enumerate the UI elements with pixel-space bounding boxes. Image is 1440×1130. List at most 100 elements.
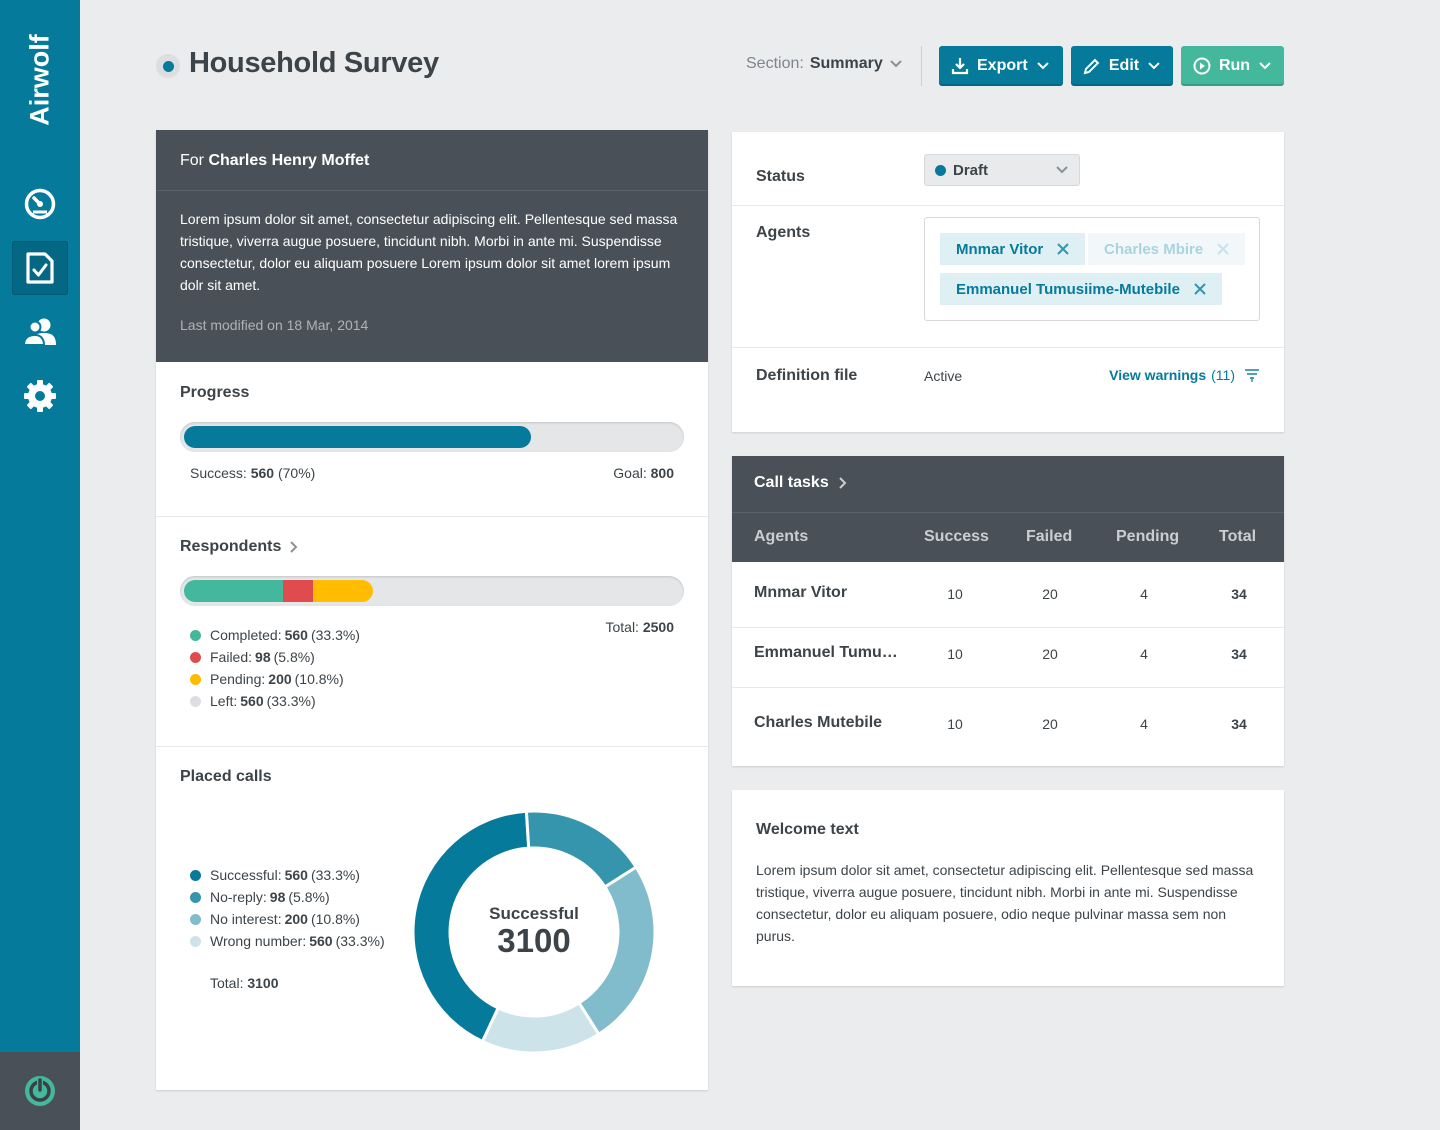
owner-name: Charles Henry Moffet	[208, 152, 370, 169]
dashboard-gauge-icon	[24, 188, 56, 220]
status-dropdown[interactable]: Draft	[924, 154, 1080, 186]
header-divider	[921, 46, 922, 86]
run-label: Run	[1218, 57, 1251, 74]
row-total: 34	[1231, 586, 1247, 602]
call-tasks-title: Call tasks	[754, 474, 829, 491]
agent-tag: Emmanuel Tumusiime-Mutebile	[940, 273, 1222, 305]
progress-title: Progress	[180, 384, 250, 401]
legend-item-no-interest: No interest: 200 (10.8%)	[190, 908, 385, 930]
page-title: Household Survey	[189, 47, 439, 79]
survey-details-card: Status Draft Agents Mnmar Vitor Charles …	[732, 132, 1284, 432]
export-button[interactable]: Export	[939, 46, 1063, 86]
respondents-title: Respondents	[180, 538, 282, 555]
owner-prefix: For	[180, 152, 204, 169]
view-warnings-link[interactable]: View warnings (11)	[1109, 367, 1260, 383]
nav-contacts[interactable]	[12, 305, 68, 359]
close-icon[interactable]	[1217, 243, 1229, 255]
settings-gear-icon	[24, 380, 56, 412]
progress-bar	[180, 422, 684, 452]
divider	[732, 687, 1284, 688]
donut-center-label: Successful	[489, 904, 579, 923]
placed-calls-title: Placed calls	[180, 768, 272, 785]
definition-file-label: Definition file	[756, 367, 858, 384]
row-pending: 4	[1140, 586, 1148, 602]
brand-logo[interactable]: Airwolf	[22, 30, 58, 130]
column-header-total[interactable]: Total	[1219, 528, 1256, 546]
row-pending: 4	[1140, 646, 1148, 662]
warnings-count: (11)	[1211, 367, 1235, 383]
legend-item-wrong-number: Wrong number: 560 (33.3%)	[190, 930, 385, 952]
edit-label: Edit	[1108, 57, 1140, 74]
edit-button[interactable]: Edit	[1071, 46, 1173, 86]
respondents-legend: Completed: 560 (33.3%) Failed: 98 (5.8%) Pen…	[190, 624, 360, 712]
call-tasks-header: Call tasks	[732, 456, 1284, 562]
legend-item-completed: Completed: 560 (33.3%)	[190, 624, 360, 646]
respondents-link[interactable]: Respondents	[180, 538, 299, 556]
respondents-bar-segment	[283, 580, 313, 602]
chevron-down-icon	[890, 60, 902, 68]
legend-item-failed: Failed: 98 (5.8%)	[190, 646, 360, 668]
column-header-agents[interactable]: Agents	[754, 528, 808, 546]
donut-slice-no-reply	[524, 810, 639, 890]
power-icon[interactable]	[23, 1074, 57, 1108]
survey-info-panel: For Charles Henry Moffet Lorem ipsum dol…	[156, 130, 708, 362]
agent-tag: Mnmar Vitor	[940, 233, 1086, 265]
column-header-pending[interactable]: Pending	[1116, 528, 1179, 546]
row-agent-name: Charles Mutebile	[754, 714, 883, 731]
divider	[732, 205, 1284, 206]
filter-sort-icon	[1245, 369, 1259, 382]
agent-tag-label: Mnmar Vitor	[956, 240, 1044, 258]
agent-tag-label: Emmanuel Tumusiime-Mutebile	[956, 280, 1180, 298]
survey-description: Lorem ipsum dolor sit amet, consectetur …	[180, 211, 678, 293]
row-failed: 20	[1042, 646, 1058, 662]
legend-item-left: Left: 560 (33.3%)	[190, 690, 360, 712]
row-success: 10	[947, 646, 963, 662]
section-selector[interactable]: Section: Summary	[746, 55, 903, 73]
call-tasks-link[interactable]: Call tasks	[754, 474, 848, 492]
survey-owner: For Charles Henry Moffet	[180, 152, 369, 170]
agents-input[interactable]: Mnmar Vitor Charles Mbire Emmanuel Tumus…	[924, 217, 1260, 321]
row-total: 34	[1231, 646, 1247, 662]
contacts-users-icon	[23, 318, 56, 346]
nav-dashboard[interactable]	[12, 177, 68, 231]
status-value: Draft	[953, 161, 989, 179]
run-button[interactable]: Run	[1181, 46, 1284, 86]
respondents-total: Total: 2500	[605, 619, 674, 635]
donut-center: Successful 3100	[454, 904, 614, 958]
survey-summary-card: For Charles Henry Moffet Lorem ipsum dol…	[156, 130, 708, 1090]
donut-center-value: 3100	[497, 922, 571, 959]
agents-label: Agents	[756, 224, 811, 241]
download-icon	[951, 58, 969, 75]
close-icon[interactable]	[1057, 243, 1069, 255]
placed-calls-legend: Successful: 560 (33.3%) No-reply: 98 (5.8%) …	[190, 864, 385, 952]
close-icon[interactable]	[1194, 283, 1206, 295]
chevron-right-icon	[290, 541, 298, 553]
column-header-failed[interactable]: Failed	[1026, 528, 1072, 546]
status-label: Status	[756, 168, 805, 185]
donut-slice-wrong-number	[480, 1000, 601, 1054]
sidebar-footer	[0, 1052, 80, 1130]
row-failed: 20	[1042, 586, 1058, 602]
play-circle-icon	[1193, 57, 1211, 75]
row-total: 34	[1231, 716, 1247, 732]
chevron-down-icon	[1036, 62, 1049, 70]
progress-goal: Goal: 800	[613, 465, 674, 481]
divider	[156, 516, 708, 517]
status-dot	[935, 164, 946, 176]
row-pending: 4	[1140, 716, 1148, 732]
nav-settings[interactable]	[12, 369, 68, 423]
row-success: 10	[947, 586, 963, 602]
status-dot	[156, 54, 180, 78]
nav-surveys[interactable]	[12, 241, 68, 295]
row-agent-name: Mnmar Vitor	[754, 584, 848, 601]
respondents-bar-segment	[313, 580, 373, 602]
placed-calls-total: Total: 3100	[210, 975, 279, 991]
divider	[156, 746, 708, 747]
respondents-bar-segment	[184, 580, 283, 602]
export-label: Export	[977, 57, 1028, 74]
legend-item-no-reply: No-reply: 98 (5.8%)	[190, 886, 385, 908]
warnings-label: View warnings	[1109, 367, 1207, 383]
last-modified: Last modified on 18 Mar, 2014	[180, 317, 369, 333]
legend-item-successful: Successful: 560 (33.3%)	[190, 864, 385, 886]
column-header-success[interactable]: Success	[924, 528, 989, 546]
